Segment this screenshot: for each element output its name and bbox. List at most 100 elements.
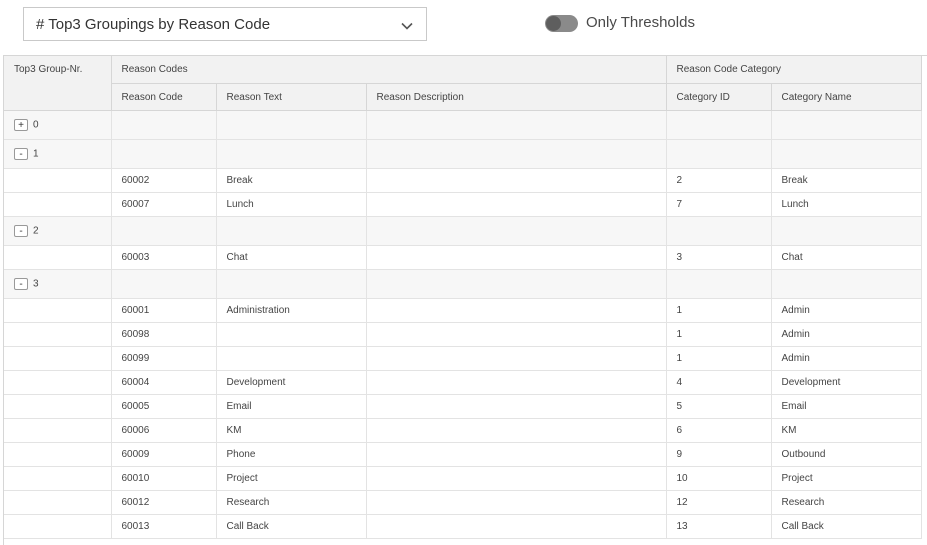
group-cell <box>4 370 112 395</box>
table-row[interactable]: 60003 Chat 3 Chat <box>4 245 922 270</box>
reason-text-cell: Call Back <box>216 514 367 539</box>
category-id-cell: 2 <box>666 168 772 193</box>
category-id-cell: 10 <box>666 466 772 491</box>
group-cell <box>4 514 112 539</box>
empty-cell <box>666 216 772 246</box>
table-row[interactable]: 60010 Project 10 Project <box>4 466 922 491</box>
header-group-reason-codes: Reason Codes <box>111 56 667 84</box>
reason-text-cell: Lunch <box>216 192 367 217</box>
reason-code-cell: 60001 <box>111 298 217 323</box>
reason-description-cell <box>366 514 667 539</box>
reason-text-cell: Phone <box>216 442 367 467</box>
table-row[interactable]: 60012 Research 12 Research <box>4 490 922 515</box>
collapse-group-button[interactable]: - <box>14 277 28 290</box>
empty-cell <box>771 216 922 246</box>
empty-cell <box>771 139 922 169</box>
category-name-cell: Admin <box>771 346 922 371</box>
reason-code-cell: 60005 <box>111 394 217 419</box>
reason-code-cell: 60003 <box>111 245 217 270</box>
empty-cell <box>111 269 217 299</box>
collapse-group-button[interactable]: - <box>14 224 28 237</box>
table-row[interactable]: 60098 1 Admin <box>4 322 922 347</box>
table-row[interactable]: 60004 Development 4 Development <box>4 370 922 395</box>
reason-description-cell <box>366 442 667 467</box>
group-row[interactable]: -3 <box>4 269 922 299</box>
category-name-cell: KM <box>771 418 922 443</box>
group-row[interactable]: -2 <box>4 216 922 246</box>
group-number: 0 <box>33 119 39 130</box>
group-cell <box>4 346 112 371</box>
only-thresholds-toggle[interactable] <box>545 15 578 32</box>
reason-text-cell <box>216 346 367 371</box>
category-name-cell: Chat <box>771 245 922 270</box>
expand-group-button[interactable]: + <box>14 118 28 131</box>
empty-cell <box>111 139 217 169</box>
empty-cell <box>216 139 367 169</box>
empty-cell <box>366 269 667 299</box>
toolbar: # Top3 Groupings by Reason Code Only Thr… <box>0 0 927 50</box>
empty-cell <box>666 269 772 299</box>
reason-text-cell: Project <box>216 466 367 491</box>
category-id-cell: 3 <box>666 245 772 270</box>
category-name-cell: Research <box>771 490 922 515</box>
reason-code-cell: 60006 <box>111 418 217 443</box>
category-id-cell: 1 <box>666 298 772 323</box>
group-number: 1 <box>33 148 39 159</box>
reason-code-cell: 60007 <box>111 192 217 217</box>
category-id-cell: 1 <box>666 346 772 371</box>
group-row[interactable]: -1 <box>4 139 922 169</box>
header-reason-text[interactable]: Reason Text <box>216 83 367 111</box>
table-row[interactable]: 60001 Administration 1 Admin <box>4 298 922 323</box>
reason-code-table: Top3 Group-Nr. Reason Codes Reason Code … <box>4 56 922 539</box>
group-cell <box>4 418 112 443</box>
group-row[interactable]: +0 <box>4 110 922 140</box>
empty-cell <box>216 110 367 140</box>
reason-text-cell <box>216 322 367 347</box>
header-reason-description[interactable]: Reason Description <box>366 83 667 111</box>
table-row[interactable]: 60007 Lunch 7 Lunch <box>4 192 922 217</box>
reason-description-cell <box>366 346 667 371</box>
table-row[interactable]: 60009 Phone 9 Outbound <box>4 442 922 467</box>
category-name-cell: Admin <box>771 298 922 323</box>
empty-cell <box>666 139 772 169</box>
reason-text-cell: Break <box>216 168 367 193</box>
category-id-cell: 7 <box>666 192 772 217</box>
category-name-cell: Email <box>771 394 922 419</box>
header-top3-group[interactable]: Top3 Group-Nr. <box>4 56 112 111</box>
table-row[interactable]: 60005 Email 5 Email <box>4 394 922 419</box>
table-row[interactable]: 60099 1 Admin <box>4 346 922 371</box>
category-name-cell: Lunch <box>771 192 922 217</box>
group-cell <box>4 168 112 193</box>
view-select-value: # Top3 Groupings by Reason Code <box>36 16 271 33</box>
reason-description-cell <box>366 322 667 347</box>
group-number: 2 <box>33 225 39 236</box>
table-row[interactable]: 60002 Break 2 Break <box>4 168 922 193</box>
category-id-cell: 5 <box>666 394 772 419</box>
reason-code-cell: 60002 <box>111 168 217 193</box>
header-category-id[interactable]: Category ID <box>666 83 772 111</box>
table-row[interactable]: 60013 Call Back 13 Call Back <box>4 514 922 539</box>
view-select-dropdown[interactable]: # Top3 Groupings by Reason Code <box>23 7 427 41</box>
header-reason-code[interactable]: Reason Code <box>111 83 217 111</box>
group-cell <box>4 192 112 217</box>
collapse-group-button[interactable]: - <box>14 147 28 160</box>
reason-description-cell <box>366 466 667 491</box>
reason-text-cell: KM <box>216 418 367 443</box>
category-id-cell: 1 <box>666 322 772 347</box>
reason-code-cell: 60098 <box>111 322 217 347</box>
header-category-name[interactable]: Category Name <box>771 83 922 111</box>
category-id-cell: 6 <box>666 418 772 443</box>
category-name-cell: Call Back <box>771 514 922 539</box>
reason-text-cell: Development <box>216 370 367 395</box>
reason-text-cell: Administration <box>216 298 367 323</box>
reason-code-cell: 60010 <box>111 466 217 491</box>
empty-cell <box>666 110 772 140</box>
group-cell <box>4 322 112 347</box>
table-row[interactable]: 60006 KM 6 KM <box>4 418 922 443</box>
reason-description-cell <box>366 245 667 270</box>
category-id-cell: 4 <box>666 370 772 395</box>
reason-description-cell <box>366 490 667 515</box>
reason-description-cell <box>366 168 667 193</box>
empty-cell <box>111 216 217 246</box>
group-cell <box>4 442 112 467</box>
